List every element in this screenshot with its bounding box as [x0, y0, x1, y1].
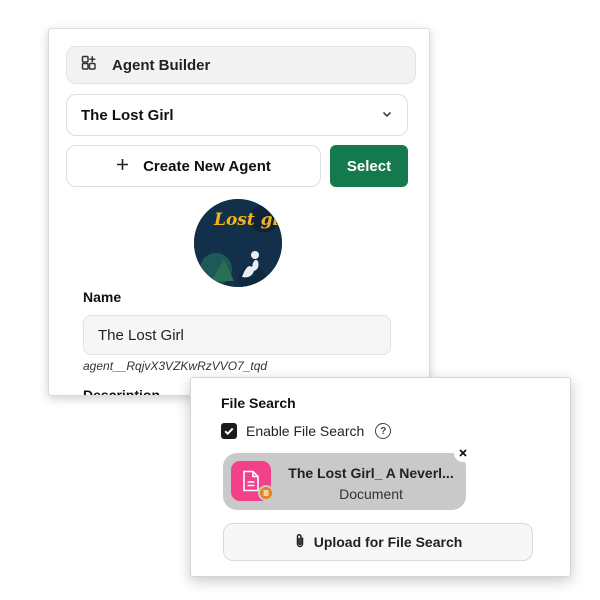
file-search-badge-icon — [258, 485, 274, 501]
agent-builder-label: Agent Builder — [112, 56, 211, 74]
grid-plus-icon — [81, 55, 97, 75]
enable-file-search-label: Enable File Search — [246, 423, 365, 439]
agent-avatar[interactable]: Lost girl — [194, 199, 282, 287]
file-search-panel: File Search Enable File Search ? The Los… — [190, 377, 571, 577]
upload-for-file-search-label: Upload for File Search — [313, 534, 463, 550]
agent-select-dropdown[interactable]: The Lost Girl — [66, 94, 408, 136]
file-search-title: File Search — [221, 395, 296, 411]
enable-file-search-checkbox[interactable] — [221, 423, 237, 439]
avatar-title: Lost girl — [213, 210, 282, 230]
enable-file-search-row: Enable File Search ? — [221, 423, 392, 439]
file-type: Document — [339, 486, 403, 502]
description-label: Description — [83, 387, 161, 396]
attached-file-card[interactable]: The Lost Girl_ A Neverl... Document — [223, 453, 466, 510]
file-name: The Lost Girl_ A Neverl... — [288, 465, 454, 481]
upload-for-file-search-button[interactable]: Upload for File Search — [223, 523, 533, 561]
select-button[interactable]: Select — [330, 145, 408, 187]
plus-icon — [116, 158, 129, 175]
paperclip-icon — [294, 533, 306, 552]
agent-id: agent__RqjvX3VZKwRzVVO7_tqd — [83, 359, 268, 373]
agent-select-value: The Lost Girl — [81, 106, 174, 124]
question-circle-icon[interactable]: ? — [375, 423, 392, 439]
chevron-down-icon — [381, 107, 393, 124]
close-icon[interactable] — [454, 444, 472, 462]
create-new-agent-label: Create New Agent — [143, 157, 271, 175]
agent-builder-button[interactable]: Agent Builder — [66, 46, 416, 84]
name-label: Name — [83, 289, 122, 305]
create-new-agent-button[interactable]: Create New Agent — [66, 145, 321, 187]
name-input[interactable] — [83, 315, 391, 355]
agent-builder-panel: Agent Builder The Lost Girl Create New A… — [48, 28, 430, 396]
